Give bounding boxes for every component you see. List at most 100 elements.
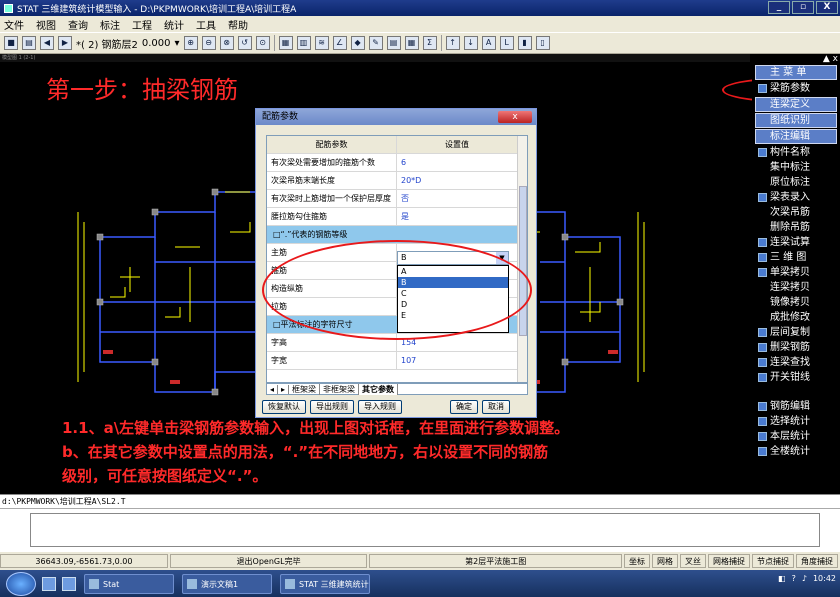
menu-item[interactable]: 连梁查找 <box>752 355 840 370</box>
menu-item[interactable]: 删除吊筋 <box>752 220 840 235</box>
edit-icon[interactable]: ✎ <box>368 36 383 50</box>
menu-item[interactable]: 构件名称 <box>752 145 840 160</box>
arrow-up-icon[interactable]: ↑ <box>445 36 460 50</box>
menu-item[interactable]: 钢筋编辑 <box>752 399 840 414</box>
zoom-in-icon[interactable]: ⊕ <box>183 36 198 50</box>
start-button[interactable] <box>6 571 36 596</box>
table-row[interactable]: 有次梁时上筋增加一个保护层厚度 否 <box>267 190 527 208</box>
export-rules-button[interactable]: 导出规则 <box>310 400 354 414</box>
table-row[interactable]: 有次梁处需要增加的箍筋个数 6 <box>267 154 527 172</box>
menu-head-annotation-edit[interactable]: 标注编辑 <box>755 129 837 144</box>
menu-item-beam-rebar-params[interactable]: 梁筋参数 <box>752 81 840 96</box>
table-row[interactable]: 次梁吊筋末端长度 20*D <box>267 172 527 190</box>
mode-angle-snap[interactable]: 角度捕捉 <box>796 554 839 568</box>
menu-file[interactable]: 文件 <box>4 17 24 32</box>
param-value[interactable]: 107 <box>397 352 517 369</box>
menu-item[interactable]: 连梁试算 <box>752 235 840 250</box>
help-icon[interactable]: ? <box>792 574 796 583</box>
zoom-window-icon[interactable]: ⊗ <box>219 36 234 50</box>
layer-icon[interactable]: ▦ <box>278 36 293 50</box>
menu-item[interactable]: 原位标注 <box>752 175 840 190</box>
zoom-previous-icon[interactable]: ↺ <box>237 36 252 50</box>
drawing-tab[interactable]: 模型图 1 (2-1) <box>0 54 750 62</box>
elevation-value[interactable]: 0.000 <box>142 38 171 49</box>
zoom-all-icon[interactable]: ⊙ <box>255 36 270 50</box>
zoom-out-icon[interactable]: ⊖ <box>201 36 216 50</box>
command-input[interactable] <box>30 513 820 547</box>
mode-grid-snap[interactable]: 网格捕捉 <box>708 554 751 568</box>
dialog-close-button[interactable]: x <box>498 111 532 123</box>
menu-item[interactable]: 镜像拷贝 <box>752 295 840 310</box>
mode-coords[interactable]: 坐标 <box>624 554 651 568</box>
menu-project[interactable]: 工程 <box>132 17 152 32</box>
import-rules-button[interactable]: 导入规则 <box>358 400 402 414</box>
tab-scroll-right-icon[interactable]: ▸ <box>278 384 290 394</box>
mode-crosshair[interactable]: 叉丝 <box>680 554 707 568</box>
clock[interactable]: 10:42 <box>813 574 836 583</box>
menu-item[interactable]: 删梁钢筋 <box>752 340 840 355</box>
menu-view[interactable]: 视图 <box>36 17 56 32</box>
task-presentation[interactable]: 演示文稿1 <box>182 573 272 594</box>
layer-up-icon[interactable]: ▶ <box>58 36 72 50</box>
menu-item[interactable]: 层间复制 <box>752 325 840 340</box>
menu-item[interactable]: 本层统计 <box>752 429 840 444</box>
menu-item[interactable]: 开关钳线 <box>752 370 840 385</box>
menu-annotate[interactable]: 标注 <box>100 17 120 32</box>
volume-icon[interactable]: ♪ <box>802 574 807 583</box>
maximize-button[interactable]: ▫ <box>792 1 814 14</box>
mode-node-snap[interactable]: 节点捕捉 <box>752 554 795 568</box>
layer-down-icon[interactable]: ◀ <box>40 36 54 50</box>
scrollbar-thumb[interactable] <box>519 186 527 336</box>
menu-item[interactable]: 成批修改 <box>752 310 840 325</box>
menu-head-drawing-recognition[interactable]: 图纸识别 <box>755 113 837 128</box>
close-button[interactable]: X <box>816 1 838 14</box>
menu-item[interactable]: 梁表录入 <box>752 190 840 205</box>
measure-icon[interactable]: ∠ <box>332 36 347 50</box>
sum-icon[interactable]: Σ <box>422 36 437 50</box>
table-icon[interactable]: ▤ <box>386 36 401 50</box>
menu-statistics[interactable]: 统计 <box>164 17 184 32</box>
tab-scroll-left-icon[interactable]: ◂ <box>267 384 279 394</box>
menu-item[interactable]: 单梁拷贝 <box>752 265 840 280</box>
param-value[interactable]: 是 <box>397 208 517 225</box>
panel-close-icon[interactable]: ▲ x <box>823 54 838 64</box>
menu-item[interactable]: 连梁拷贝 <box>752 280 840 295</box>
main-menu-header[interactable]: 主 菜 单 <box>755 65 837 80</box>
ie-icon[interactable] <box>42 576 56 591</box>
save-icon[interactable]: ■ <box>4 36 18 50</box>
menu-item[interactable]: 三 维 图 <box>752 250 840 265</box>
pipe-icon[interactable]: ▯ <box>535 36 550 50</box>
tab-frame-beam[interactable]: 框架梁 <box>289 383 321 395</box>
properties-icon[interactable]: ▥ <box>296 36 311 50</box>
network-icon[interactable]: ◧ <box>778 574 786 583</box>
cancel-button[interactable]: 取消 <box>482 400 510 414</box>
view3d-icon[interactable]: ◆ <box>350 36 365 50</box>
text-size-icon[interactable]: L <box>499 36 514 50</box>
minimize-button[interactable]: _ <box>768 1 790 14</box>
param-value[interactable]: 20*D <box>397 172 517 189</box>
menu-item[interactable]: 次梁吊筋 <box>752 205 840 220</box>
restore-defaults-button[interactable]: 恢复默认 <box>262 400 306 414</box>
arrow-down-icon[interactable]: ↓ <box>463 36 478 50</box>
menu-tools[interactable]: 工具 <box>196 17 216 32</box>
mode-grid[interactable]: 网格 <box>652 554 679 568</box>
param-value[interactable]: 否 <box>397 190 517 207</box>
wave-icon[interactable]: ≋ <box>314 36 329 50</box>
task-stat[interactable]: Stat <box>84 573 174 594</box>
tab-other-params[interactable]: 其它参数 <box>359 383 399 395</box>
tab-non-frame-beam[interactable]: 非框架梁 <box>320 383 360 395</box>
menu-item[interactable]: 集中标注 <box>752 160 840 175</box>
grid-icon[interactable]: ▦ <box>404 36 419 50</box>
grid-scrollbar[interactable] <box>517 136 527 382</box>
ok-button[interactable]: 确定 <box>450 400 478 414</box>
explorer-icon[interactable] <box>62 576 76 591</box>
table-row[interactable]: 字宽 107 <box>267 352 527 370</box>
menu-head-link-beam-def[interactable]: 连梁定义 <box>755 97 837 112</box>
menu-help[interactable]: 帮助 <box>228 17 248 32</box>
layer-selector[interactable]: *( 2) 钢筋层2 <box>76 36 138 51</box>
text-style-icon[interactable]: A <box>481 36 496 50</box>
menu-item[interactable]: 选择统计 <box>752 414 840 429</box>
print-icon[interactable]: ▤ <box>22 36 36 50</box>
task-stat-window[interactable]: STAT 三维建筑统计... <box>280 573 370 594</box>
menu-item[interactable]: 全楼统计 <box>752 444 840 459</box>
